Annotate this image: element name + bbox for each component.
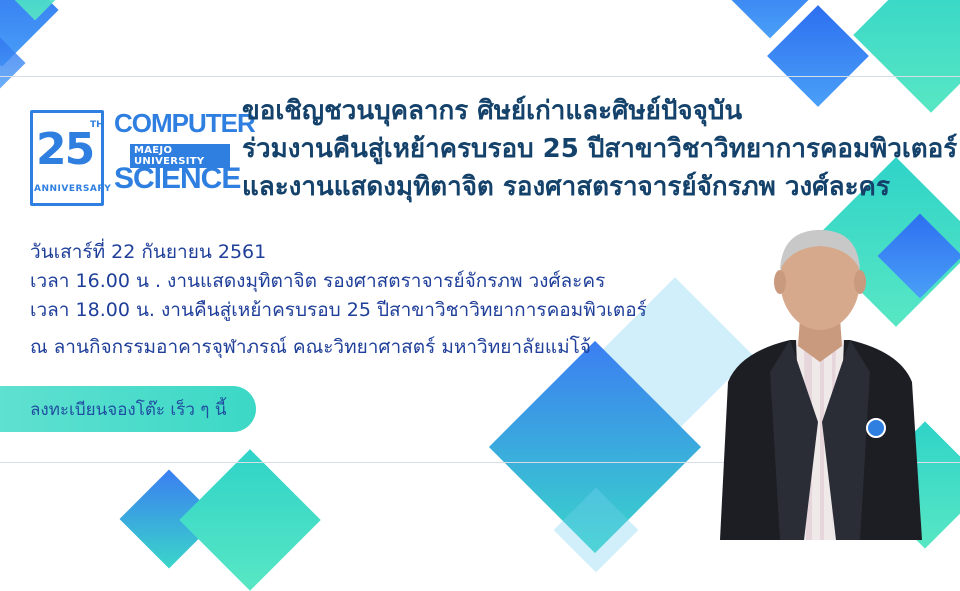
professor-photo <box>720 230 922 540</box>
event-time-1: เวลา 16.00 น . งานแสดงมุทิตาจิต รองศาสตร… <box>30 270 606 292</box>
event-venue: ณ ลานกิจกรรมอาคารจุฬาภรณ์ คณะวิทยาศาสตร์… <box>30 336 591 358</box>
headline-line-2: ร่วมงานคืนสู่เหย้าครบรอบ 25 ปีสาขาวิชาวิ… <box>242 134 958 164</box>
logo-computer: COMPUTER <box>114 108 256 138</box>
logo-ordinal: TH <box>90 120 104 130</box>
logo-number: 25 <box>36 124 95 175</box>
invitation-headline: ขอเชิญชวนบุคลากร ศิษย์เก่าและศิษย์ปัจจุบ… <box>242 92 958 206</box>
register-text: ลงทะเบียนจองโต๊ะ เร็ว ๆ นี้ <box>30 399 227 420</box>
event-details: วันเสาร์ที่ 22 กันยายน 2561 เวลา 16.00 น… <box>30 238 690 362</box>
decor-diamond <box>179 449 321 591</box>
headline-line-1: ขอเชิญชวนบุคลากร ศิษย์เก่าและศิษย์ปัจจุบ… <box>242 96 743 126</box>
divider-line <box>0 76 960 77</box>
register-banner: ลงทะเบียนจองโต๊ะ เร็ว ๆ นี้ <box>0 386 256 432</box>
event-time-2: เวลา 18.00 น. งานคืนสู่เหย้าครบรอบ 25 ปี… <box>30 299 647 321</box>
logo-science: SCIENCE <box>114 162 241 195</box>
anniversary-logo: 25 TH ANNIVERSARY COMPUTER MAEJO UNIVERS… <box>30 108 256 212</box>
event-date: วันเสาร์ที่ 22 กันยายน 2561 <box>30 241 267 263</box>
logo-anniversary: ANNIVERSARY <box>34 184 112 194</box>
headline-line-3: และงานแสดงมุทิตาจิต รองศาสตราจารย์จักรภพ… <box>242 172 890 202</box>
